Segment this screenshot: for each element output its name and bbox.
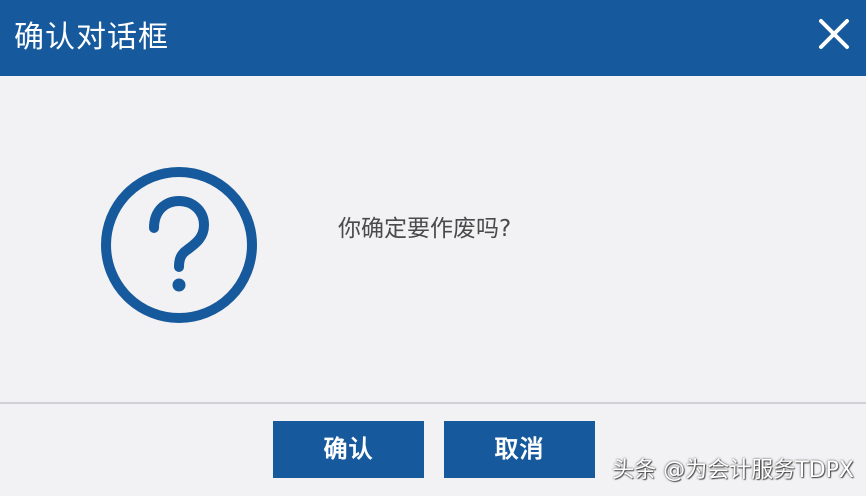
watermark: 头条 @为会计服务TDPX — [612, 458, 854, 483]
dialog-title: 确认对话框 — [14, 20, 169, 55]
dialog-message: 你确定要作废吗? — [338, 216, 512, 242]
close-icon — [819, 19, 849, 49]
confirm-button[interactable]: 确认 — [273, 421, 424, 478]
cancel-button[interactable]: 取消 — [444, 421, 595, 478]
confirm-dialog: 确认对话框 你确定要作废吗? 确认 取消 头条 @为会计服务TDPX — [0, 0, 866, 496]
question-circle-icon — [101, 167, 257, 323]
close-button[interactable] — [816, 16, 852, 52]
dialog-titlebar: 确认对话框 — [0, 0, 866, 76]
dialog-body: 你确定要作废吗? — [0, 76, 866, 402]
